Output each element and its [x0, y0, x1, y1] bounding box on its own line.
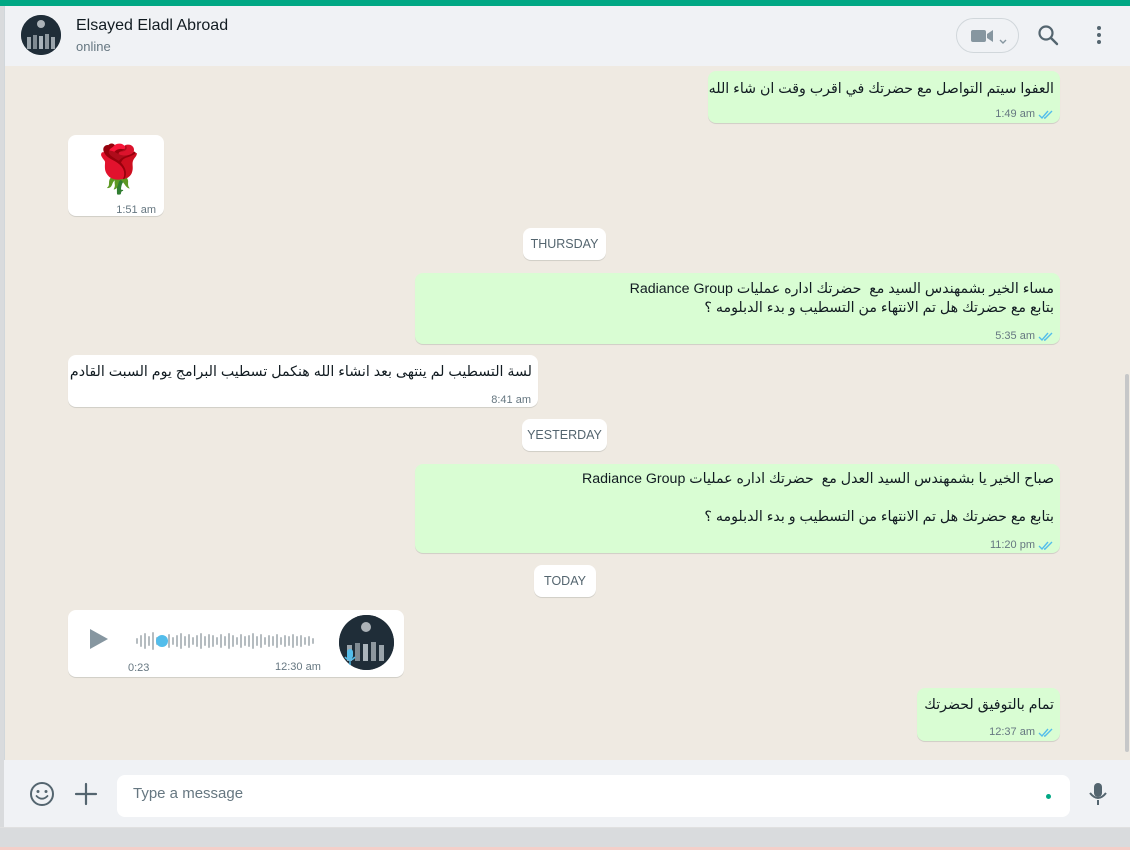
emoji-icon[interactable] — [29, 781, 55, 807]
video-call-button[interactable] — [956, 18, 1019, 53]
search-icon[interactable] — [1036, 23, 1060, 47]
message-meta: 11:20 pm — [990, 536, 1054, 555]
message-outgoing[interactable]: العفوا سيتم التواصل مع حضرتك في اقرب وقت… — [708, 71, 1060, 123]
chevron-down-icon — [999, 32, 1007, 50]
message-text: لسة التسطيب لم ينتهى بعد انشاء الله هنكم… — [69, 364, 532, 380]
message-text: صباح الخير يا بشمهندس السيد العدل مع حضر… — [582, 471, 1054, 525]
message-time: 12:37 am — [989, 726, 1035, 738]
message-time: 5:35 am — [995, 330, 1035, 342]
message-time: 11:20 pm — [989, 539, 1035, 551]
chat-header: Elsayed Eladl Abroad online — [4, 6, 1130, 66]
double-check-icon — [1038, 541, 1053, 551]
message-meta: 12:37 am — [989, 723, 1054, 742]
message-outgoing[interactable]: صباح الخير يا بشمهندس السيد العدل مع حضر… — [415, 464, 1060, 553]
message-input[interactable] — [133, 785, 1013, 802]
message-emoji: 🌹 — [90, 143, 148, 195]
message-input-box[interactable] — [117, 775, 1070, 817]
video-camera-icon — [971, 28, 995, 49]
message-time: 8:41 am — [491, 394, 531, 406]
microphone-icon[interactable] — [1085, 781, 1111, 807]
double-check-icon — [1038, 332, 1053, 342]
message-outgoing[interactable]: مساء الخير بشمهندس السيد مع حضرتك اداره … — [415, 273, 1060, 344]
input-status-dot — [1046, 794, 1051, 799]
menu-dots-icon[interactable] — [1087, 23, 1111, 47]
contact-status: online — [76, 39, 111, 54]
message-meta: 1:51 am — [116, 201, 156, 220]
message-text: تمام بالتوفيق لحضرتك — [924, 697, 1054, 713]
message-text: مساء الخير بشمهندس السيد مع حضرتك اداره … — [629, 281, 1054, 316]
date-separator: TODAY — [534, 565, 596, 597]
microphone-icon — [344, 648, 356, 672]
chat-area[interactable]: العفوا سيتم التواصل مع حضرتك في اقرب وقت… — [4, 66, 1124, 760]
date-separator: YESTERDAY — [522, 419, 607, 451]
plus-icon[interactable] — [73, 781, 99, 807]
voice-duration: 0:23 — [128, 662, 150, 674]
double-check-icon — [1038, 728, 1053, 738]
message-meta: 8:41 am — [491, 391, 531, 410]
message-incoming[interactable]: لسة التسطيب لم ينتهى بعد انشاء الله هنكم… — [68, 355, 538, 407]
play-icon[interactable] — [88, 627, 110, 657]
message-meta: 5:35 am — [995, 327, 1054, 346]
message-meta: 1:49 am — [995, 105, 1054, 124]
message-incoming[interactable]: 🌹 1:51 am — [68, 135, 164, 216]
message-time: 12:30 am — [275, 661, 321, 673]
date-separator: THURSDAY — [523, 228, 606, 260]
contact-avatar[interactable] — [21, 15, 61, 55]
message-composer — [4, 760, 1130, 827]
message-outgoing[interactable]: تمام بالتوفيق لحضرتك 12:37 am — [917, 688, 1060, 741]
voice-message[interactable]: 0:23 12:30 am — [68, 610, 404, 677]
contact-name[interactable]: Elsayed Eladl Abroad — [76, 17, 228, 35]
message-time: 1:51 am — [116, 204, 156, 216]
message-time: 1:49 am — [995, 108, 1035, 120]
message-text: العفوا سيتم التواصل مع حضرتك في اقرب وقت… — [708, 81, 1054, 97]
double-check-icon — [1038, 110, 1053, 120]
chat-scrollbar-thumb[interactable] — [1125, 374, 1129, 752]
voice-waveform[interactable] — [136, 630, 316, 652]
